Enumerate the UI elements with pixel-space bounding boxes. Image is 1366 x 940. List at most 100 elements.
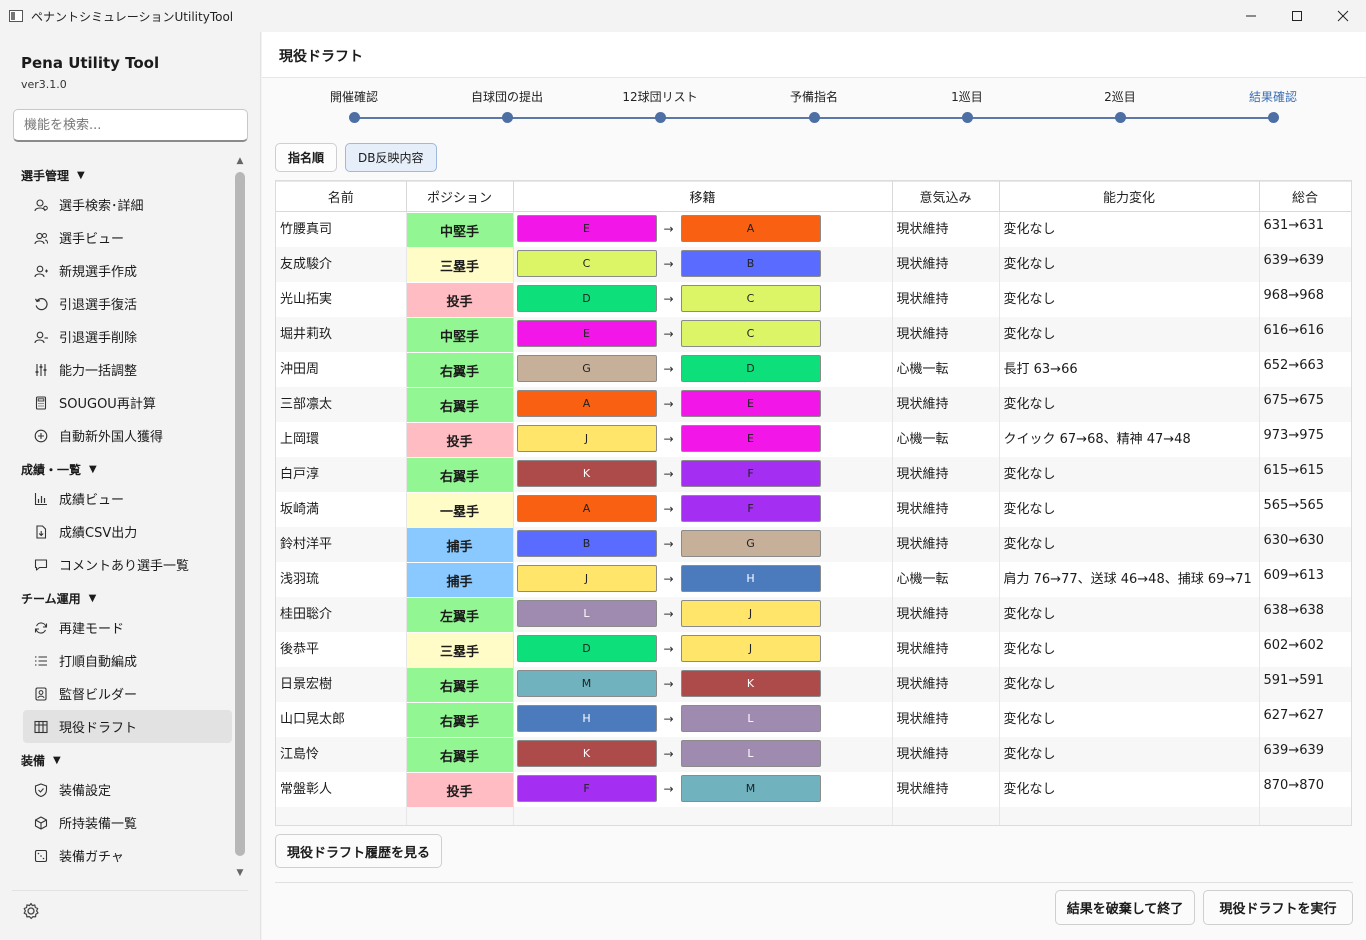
discard-and-exit-button[interactable]: 結果を破棄して終了 <box>1055 890 1195 925</box>
table-row[interactable]: 常盤彰人 投手 F → M 現状維持 変化なし 870→870 <box>276 772 1351 807</box>
step-indicator: 開催確認 自球団の提出 12球団リスト 予備指名 1巡目 2巡目 結果確認 <box>262 88 1366 128</box>
position-badge: 投手 <box>406 423 512 457</box>
search-input[interactable] <box>13 109 248 142</box>
tab-nomination-order[interactable]: 指名順 <box>275 143 338 172</box>
table-row[interactable]: 桂田聡介 左翼手 L → J 現状維持 変化なし 638→638 <box>276 597 1351 632</box>
main-panel: 現役ドラフト 開催確認 自球団の提出 12球団リスト 予備指名 1巡目 2巡目 結果確認 指… <box>262 32 1366 940</box>
sidebar-item[interactable]: 成績ビュー <box>23 482 232 515</box>
sidebar-item[interactable]: 監督ビルダー <box>23 677 232 710</box>
column-header-motivation[interactable]: 意気込み <box>892 181 1000 212</box>
sidebar-item[interactable]: 打順自動編成 <box>23 644 232 677</box>
position-cell: 投手 <box>406 772 514 807</box>
sidebar-item[interactable]: 所持装備一覧 <box>23 806 232 839</box>
position-cell: 中堅手 <box>406 317 514 352</box>
tab-db-changes[interactable]: DB反映内容 <box>345 143 437 172</box>
sidebar-item[interactable]: 成績CSV出力 <box>23 515 232 548</box>
table-row[interactable]: 上岡環 投手 J → E 心機一転 クイック 67→68、精神 47→48 973→975 <box>276 422 1351 457</box>
arrow-right-icon: → <box>663 711 674 726</box>
nav-group-header[interactable]: チーム運用 ▼ <box>0 585 232 611</box>
total-rating: 675→675 <box>1259 387 1351 422</box>
close-button[interactable] <box>1320 0 1366 32</box>
total-rating: 609→613 <box>1259 562 1351 597</box>
sidebar-item[interactable]: 選手検索･詳細 <box>23 188 232 221</box>
table-row[interactable]: 竹腰真司 中堅手 E → A 現状維持 変化なし 631→631 <box>276 211 1351 247</box>
empty-cell <box>513 807 893 825</box>
from-team-badge: H <box>516 705 657 732</box>
table-row[interactable]: 堀井莉玖 中堅手 E → C 現状維持 変化なし 616→616 <box>276 317 1351 352</box>
app-icon <box>9 10 23 22</box>
sidebar-divider <box>12 890 248 891</box>
sidebar-item[interactable]: 新規選手作成 <box>23 254 232 287</box>
sidebar-item[interactable]: 能力一括調整 <box>23 353 232 386</box>
column-header-transfer[interactable]: 移籍 <box>513 181 893 212</box>
arrow-right-icon: → <box>663 396 674 411</box>
sidebar-item[interactable]: 引退選手復活 <box>23 287 232 320</box>
nav-group-header[interactable]: 成績・一覧 ▼ <box>0 456 232 482</box>
view-history-button[interactable]: 現役ドラフト履歴を見る <box>275 834 443 868</box>
column-header-total[interactable]: 総合 <box>1259 181 1351 212</box>
nav-group-header[interactable]: 装備 ▼ <box>0 747 232 773</box>
column-header-position[interactable]: ポジション <box>406 181 514 212</box>
table-row[interactable]: 江島怜 右翼手 K → L 現状維持 変化なし 639→639 <box>276 737 1351 772</box>
from-team-badge: L <box>516 600 657 627</box>
sidebar-item-label: 自動新外国人獲得 <box>59 430 164 445</box>
step-item: 自球団の提出 <box>447 88 567 123</box>
empty-cell <box>892 807 1000 825</box>
scrollbar-thumb[interactable] <box>235 172 245 856</box>
sidebar-item[interactable]: 装備ガチャ <box>23 839 232 872</box>
table-row[interactable]: 鈴村洋平 捕手 B → G 現状維持 変化なし 630→630 <box>276 527 1351 562</box>
ability-change: 変化なし <box>999 247 1260 282</box>
scroll-up-icon[interactable]: ▲ <box>233 156 247 170</box>
gear-icon <box>23 902 39 920</box>
table-row[interactable]: 白戸淳 右翼手 K → F 現状維持 変化なし 615→615 <box>276 457 1351 492</box>
minimize-button[interactable] <box>1228 0 1274 32</box>
sidebar-item[interactable]: コメントあり選手一覧 <box>23 548 232 581</box>
to-team-badge: F <box>680 495 821 522</box>
table-row[interactable]: 友成駿介 三塁手 C → B 現状維持 変化なし 639→639 <box>276 247 1351 282</box>
sidebar-item[interactable]: 選手ビュー <box>23 221 232 254</box>
table-row[interactable]: 光山拓実 投手 D → C 現状維持 変化なし 968→968 <box>276 282 1351 317</box>
sidebar-item[interactable]: 自動新外国人獲得 <box>23 419 232 452</box>
arrow-right-icon: → <box>663 361 674 376</box>
nav-group-header[interactable]: 選手管理 ▼ <box>0 162 232 188</box>
table-row[interactable]: 日景宏樹 右翼手 M → K 現状維持 変化なし 591→591 <box>276 667 1351 702</box>
table-row[interactable]: 後恭平 三塁手 D → J 現状維持 変化なし 602→602 <box>276 632 1351 667</box>
settings-button[interactable] <box>21 901 41 921</box>
table-row[interactable]: 三部凛太 右翼手 A → E 現状維持 変化なし 675→675 <box>276 387 1351 422</box>
nav-group-label: 成績・一覧 <box>21 462 82 477</box>
table-row[interactable]: 山口晃太郎 右翼手 H → L 現状維持 変化なし 627→627 <box>276 702 1351 737</box>
minimize-icon <box>1246 15 1256 17</box>
motivation: 現状維持 <box>892 387 1000 422</box>
motivation: 現状維持 <box>892 247 1000 282</box>
execute-draft-button[interactable]: 現役ドラフトを実行 <box>1203 890 1353 925</box>
from-team-badge: K <box>516 740 657 767</box>
maximize-button[interactable] <box>1274 0 1320 32</box>
total-rating: 615→615 <box>1259 457 1351 492</box>
transfer-cell: K → L <box>513 737 893 772</box>
motivation: 心機一転 <box>892 352 1000 387</box>
sidebar-item-label: 選手検索･詳細 <box>59 199 144 214</box>
scroll-down-icon[interactable]: ▼ <box>233 868 247 882</box>
table-row[interactable]: 浅羽琉 捕手 J → H 心機一転 肩力 76→77、送球 46→48、捕球 69→71 60… <box>276 562 1351 597</box>
sidebar-scrollbar[interactable]: ▲ ▼ <box>233 156 247 884</box>
table-header-row: 名前 ポジション 移籍 意気込み 能力変化 総合 <box>276 181 1351 212</box>
ability-change: 肩力 76→77、送球 46→48、捕球 69→71 <box>999 562 1260 597</box>
view-tabs: 指名順 DB反映内容 <box>275 143 437 172</box>
sidebar-item[interactable]: 現役ドラフト <box>23 710 232 743</box>
sidebar-item[interactable]: 装備設定 <box>23 773 232 806</box>
sidebar-item-label: 選手ビュー <box>59 232 125 247</box>
position-badge: 右翼手 <box>406 738 512 772</box>
arrow-right-icon: → <box>663 536 674 551</box>
sidebar-item[interactable]: SOUGOU再計算 <box>23 386 232 419</box>
position-badge: 右翼手 <box>406 703 512 737</box>
sidebar: Pena Utility Tool ver3.1.0 選手管理▼選手検索･詳細選… <box>0 32 261 940</box>
table-row[interactable]: 沖田周 右翼手 G → D 心機一転 長打 63→66 652→663 <box>276 352 1351 387</box>
sidebar-item-label: コメントあり選手一覧 <box>59 559 190 574</box>
sidebar-item[interactable]: 引退選手削除 <box>23 320 232 353</box>
sidebar-item[interactable]: 再建モード <box>23 611 232 644</box>
column-header-name[interactable]: 名前 <box>276 181 407 212</box>
table-row[interactable]: 坂崎満 一塁手 A → F 現状維持 変化なし 565→565 <box>276 492 1351 527</box>
position-cell: 三塁手 <box>406 247 514 282</box>
step-dot <box>1267 112 1279 123</box>
column-header-ability-change[interactable]: 能力変化 <box>999 181 1260 212</box>
